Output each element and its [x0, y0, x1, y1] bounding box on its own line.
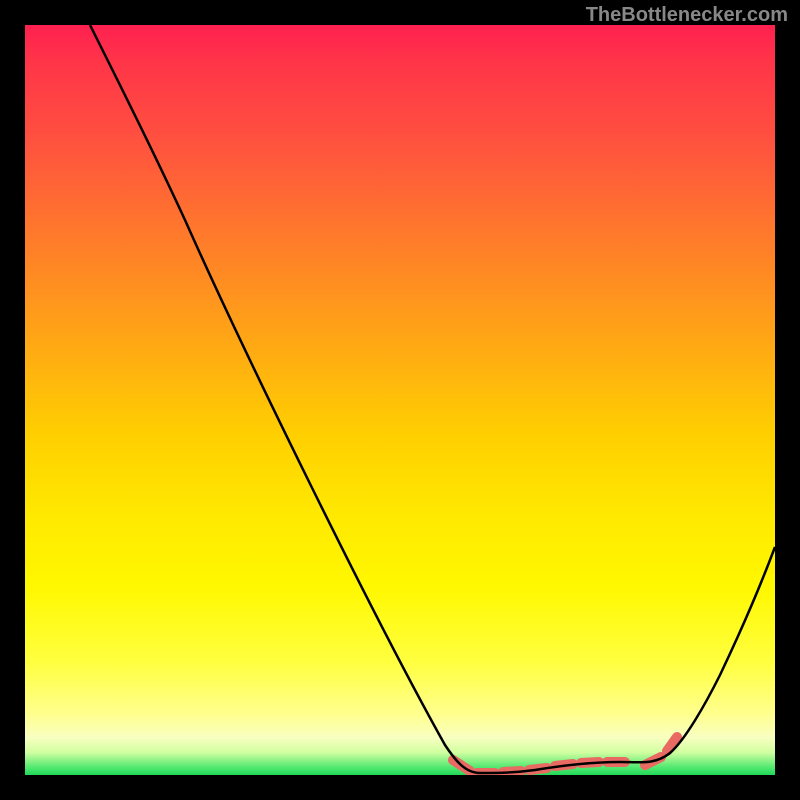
bottleneck-curve	[90, 25, 775, 773]
chart-svg	[25, 25, 775, 775]
dashed-region-group	[453, 737, 677, 773]
watermark-text: TheBottlenecker.com	[586, 4, 788, 27]
chart-canvas	[25, 25, 775, 775]
